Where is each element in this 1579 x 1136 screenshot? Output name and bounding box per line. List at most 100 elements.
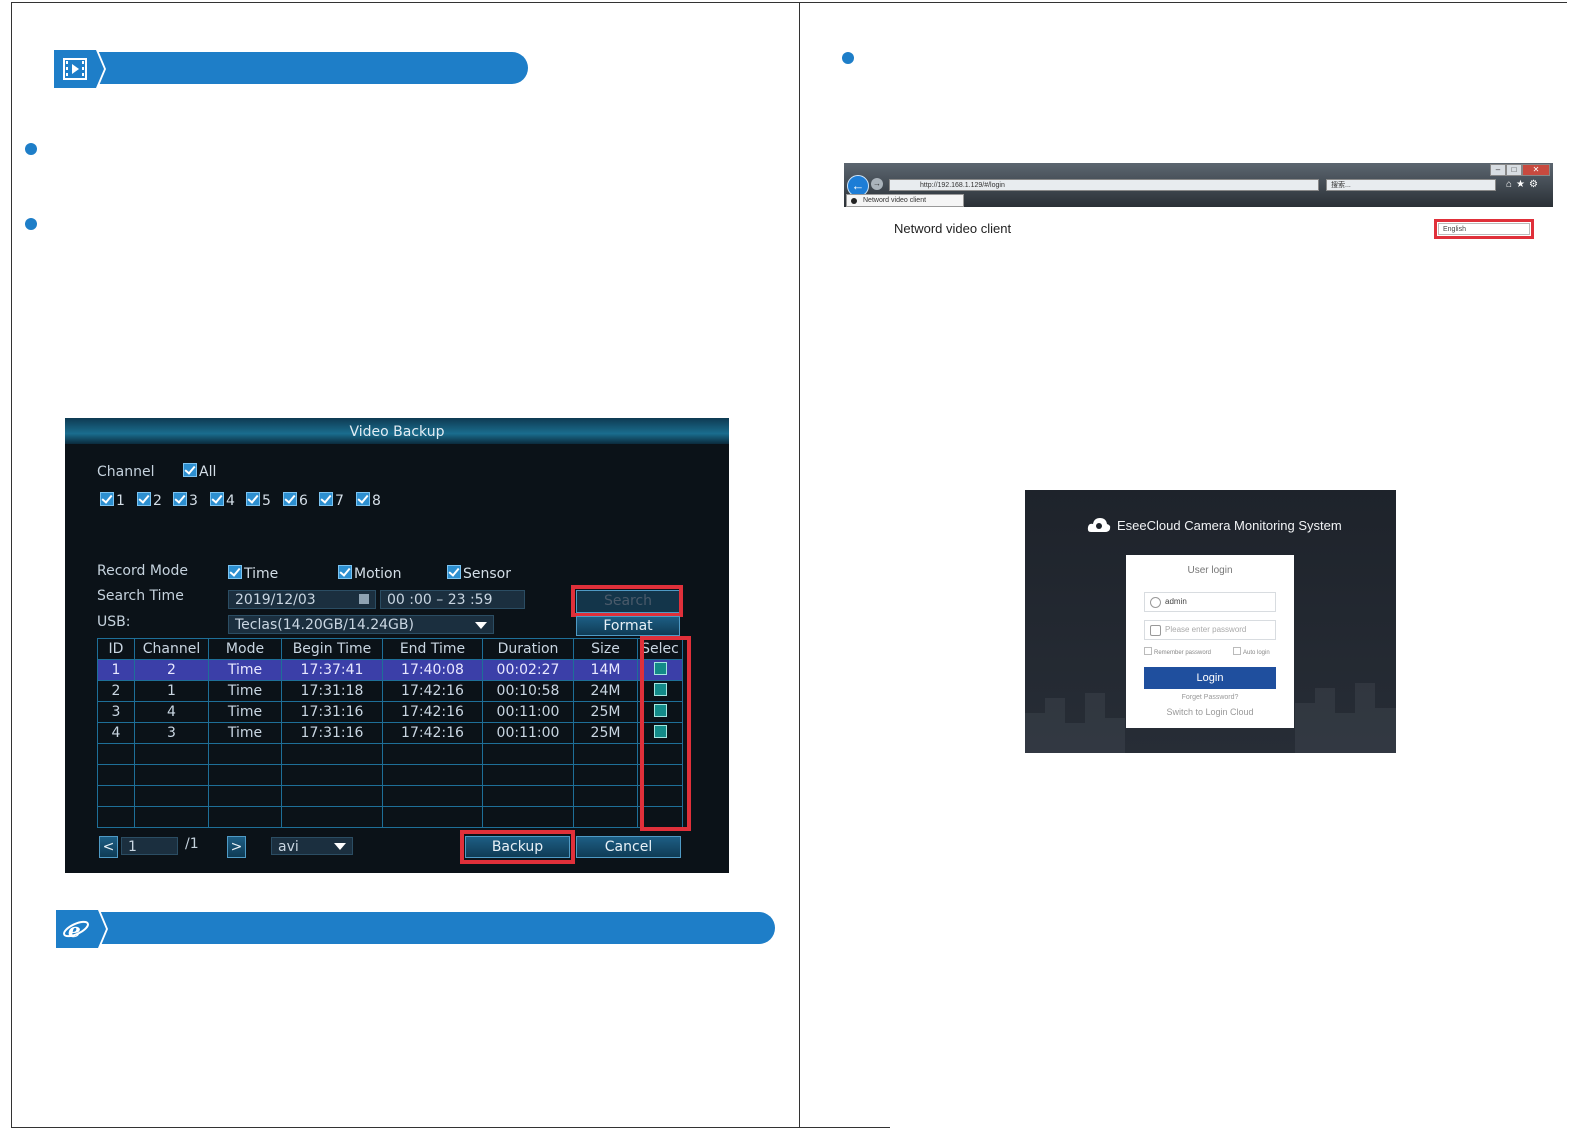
bottom-rule — [11, 1127, 890, 1128]
checkbox-label: 8 — [372, 493, 381, 509]
minimize-button[interactable]: – — [1490, 164, 1506, 176]
mode-time-checkbox[interactable]: Time — [228, 565, 278, 582]
tab-title: Netword video client — [863, 197, 927, 204]
browser-search-box[interactable]: 搜索... — [1326, 179, 1496, 191]
checkbox-label: 3 — [189, 493, 198, 509]
forgot-password-link[interactable]: Forget Password? — [1126, 694, 1294, 701]
channel-checkbox-7[interactable]: 7 — [319, 492, 344, 509]
table-row[interactable]: 4 3 Time 17:31:16 17:42:16 00:11:00 25M — [97, 722, 683, 744]
cell: 25M — [573, 701, 638, 723]
video-backup-dialog: Video Backup Channel All 1 2 3 4 5 6 7 8… — [65, 418, 729, 873]
checkbox-checked-icon — [319, 492, 333, 506]
bullet — [25, 143, 37, 155]
checkbox-checked-icon — [183, 463, 197, 477]
channel-checkbox-5[interactable]: 5 — [246, 492, 271, 509]
auto-login-checkbox[interactable]: Auto login — [1233, 647, 1270, 656]
search-date-field[interactable]: 2019/12/03 — [228, 590, 376, 609]
checkbox-label: 5 — [262, 493, 271, 509]
cell: Time — [208, 722, 282, 744]
channel-all-checkbox[interactable]: All — [183, 463, 216, 480]
chevron-left-icon: < — [102, 839, 115, 855]
address-bar[interactable]: http://192.168.1.129/#/login — [889, 179, 1319, 191]
login-heading: User login — [1187, 565, 1233, 576]
cell: 00:02:27 — [482, 659, 574, 681]
cell: 17:42:16 — [382, 701, 483, 723]
page-number-input[interactable]: 1 — [121, 837, 178, 855]
column-header: Size — [573, 638, 638, 660]
lock-icon — [1150, 625, 1161, 636]
checkbox-label: 4 — [226, 493, 235, 509]
table-row[interactable]: 3 4 Time 17:31:16 17:42:16 00:11:00 25M — [97, 701, 683, 723]
dialog-title: Video Backup — [65, 418, 729, 444]
cell: 2 — [97, 680, 135, 702]
cell: 1 — [134, 680, 209, 702]
cell: 00:11:00 — [482, 722, 574, 744]
mode-sensor-checkbox[interactable]: Sensor — [447, 565, 511, 582]
channel-checkbox-6[interactable]: 6 — [283, 492, 308, 509]
cell: 14M — [573, 659, 638, 681]
field-value: admin — [1165, 597, 1187, 606]
cell: 4 — [134, 701, 209, 723]
forward-arrow-icon[interactable]: → — [871, 178, 883, 190]
format-button[interactable]: Format — [576, 616, 680, 636]
channel-checkbox-4[interactable]: 4 — [210, 492, 235, 509]
search-time-range-field[interactable]: 00 :00 – 23 :59 — [380, 590, 525, 609]
usb-select[interactable]: Teclas(14.20GB/14.24GB) — [228, 615, 494, 634]
browser-tab[interactable]: Netword video client — [846, 194, 964, 207]
field-value: Teclas(14.20GB/14.24GB) — [235, 617, 414, 633]
table-row[interactable]: 1 2 Time 17:37:41 17:40:08 00:02:27 14M — [97, 659, 683, 681]
password-field[interactable]: Please enter password — [1144, 620, 1276, 640]
home-star-gear-icons[interactable]: ⌂★⚙ — [1506, 179, 1542, 190]
prev-page-button[interactable]: < — [99, 836, 118, 858]
channel-checkbox-3[interactable]: 3 — [173, 492, 198, 509]
search-time-label: Search Time — [97, 588, 184, 604]
page-total: /1 — [185, 836, 199, 852]
cell: 4 — [97, 722, 135, 744]
chevron-down-icon — [475, 622, 487, 629]
user-icon — [1150, 597, 1161, 608]
mode-motion-checkbox[interactable]: Motion — [338, 565, 401, 582]
backup-highlight-box — [460, 830, 575, 864]
cancel-button[interactable]: Cancel — [576, 836, 681, 858]
checkbox-checked-icon — [447, 565, 461, 579]
section-banner-video — [54, 50, 528, 88]
banner-chevron — [94, 910, 108, 948]
checkbox-label: 1 — [116, 493, 125, 509]
switch-to-cloud-link[interactable]: Switch to Login Cloud — [1126, 707, 1294, 717]
checkbox-checked-icon — [228, 565, 242, 579]
bullet — [25, 218, 37, 230]
column-header: ID — [97, 638, 135, 660]
checkbox-checked-icon — [356, 492, 370, 506]
username-field[interactable]: admin — [1144, 592, 1276, 612]
maximize-button[interactable]: □ — [1506, 164, 1522, 176]
cell: 24M — [573, 680, 638, 702]
checkbox-label: Auto login — [1243, 650, 1270, 656]
checkbox-label: All — [199, 464, 217, 480]
brand-text: EseeCloud Camera Monitoring System — [1117, 517, 1342, 533]
checkbox-label: 6 — [299, 493, 308, 509]
brand-header: EseeCloud Camera Monitoring System — [1087, 516, 1342, 534]
remember-password-checkbox[interactable]: Remember password — [1144, 647, 1211, 656]
checkbox-label: Motion — [354, 566, 402, 582]
empty-row — [97, 785, 683, 807]
field-value: avi — [278, 839, 299, 855]
channel-checkbox-8[interactable]: 8 — [356, 492, 381, 509]
banner-bar — [98, 52, 528, 84]
column-header: End Time — [382, 638, 483, 660]
next-page-button[interactable]: > — [227, 836, 246, 858]
file-format-select[interactable]: avi — [271, 837, 353, 855]
checkbox-checked-icon — [338, 565, 352, 579]
channel-checkbox-1[interactable]: 1 — [100, 492, 125, 509]
close-button[interactable]: ✕ — [1522, 164, 1550, 176]
checkbox-checked-icon — [137, 492, 151, 506]
login-button[interactable]: Login — [1144, 667, 1276, 689]
checkbox-checked-icon — [100, 492, 114, 506]
checkbox-checked-icon — [173, 492, 187, 506]
section-banner-browser: e — [56, 910, 775, 948]
table-row[interactable]: 2 1 Time 17:31:18 17:42:16 00:10:58 24M — [97, 680, 683, 702]
cell: 3 — [97, 701, 135, 723]
column-header: Begin Time — [281, 638, 383, 660]
empty-row — [97, 743, 683, 765]
field-placeholder: Please enter password — [1165, 625, 1247, 634]
channel-checkbox-2[interactable]: 2 — [137, 492, 162, 509]
